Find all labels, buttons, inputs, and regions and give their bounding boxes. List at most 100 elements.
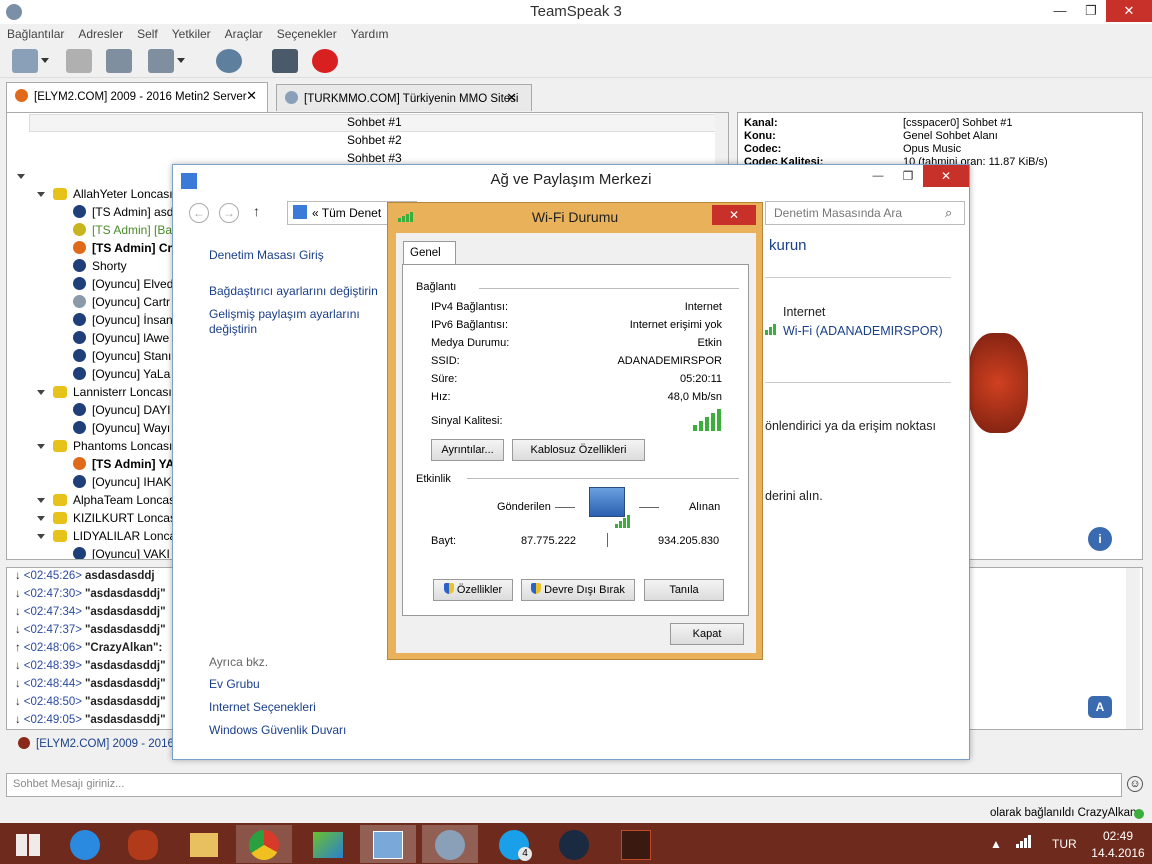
away-icon[interactable]	[216, 49, 242, 73]
file-explorer-icon[interactable]	[176, 825, 232, 863]
link-control-panel-home[interactable]: Denetim Masası Giriş	[209, 248, 324, 262]
chevron-down-icon[interactable]	[177, 58, 185, 63]
menu-baglantilar[interactable]: Bağlantılar	[0, 24, 71, 44]
teamspeak-taskbar-icon[interactable]	[422, 825, 478, 863]
chat-user[interactable]: "asdasdasddj"	[85, 588, 166, 600]
channel-group[interactable]: Lannisterr Loncası	[37, 385, 172, 403]
channel-group[interactable]: AllahYeter Loncası	[37, 187, 173, 205]
skype-icon[interactable]: 4	[486, 825, 542, 863]
chevron-down-icon[interactable]	[41, 58, 49, 63]
client-row[interactable]: [TS Admin] [Ba	[73, 223, 172, 241]
back-icon[interactable]: ←	[189, 203, 209, 223]
tray-wifi-icon[interactable]	[1016, 835, 1031, 851]
wifi-close-button[interactable]: ✕	[712, 205, 756, 225]
netwin-close-button[interactable]: ✕	[923, 165, 969, 187]
link-internet-options[interactable]: Internet Seçenekleri	[209, 700, 316, 714]
close-dialog-button[interactable]: Kapat	[670, 623, 744, 645]
menu-yardim[interactable]: Yardım	[344, 24, 396, 44]
language-indicator[interactable]: TUR	[1052, 837, 1077, 851]
mute-speaker-icon[interactable]	[148, 49, 174, 73]
chat-scrollbar[interactable]	[1126, 568, 1140, 729]
chat-user[interactable]: "asdasdasddj"	[85, 678, 166, 690]
chat-user[interactable]: "asdasdasddj"	[85, 696, 166, 708]
translate-icon[interactable]: A	[1088, 696, 1112, 718]
search-icon[interactable]: ⌕	[945, 205, 952, 221]
setup-link-fragment[interactable]: kurun	[769, 237, 807, 254]
link-advanced-sharing-2[interactable]: değiştirin	[209, 322, 257, 336]
menu-self[interactable]: Self	[130, 24, 165, 44]
tab-close-icon[interactable]: ✕	[246, 88, 257, 104]
channel-sohbet-1[interactable]: Sohbet #1	[347, 115, 402, 133]
client-row[interactable]: [Oyuncu] lAwe	[73, 331, 169, 349]
chat-user[interactable]: "asdasdasddj"	[85, 624, 166, 636]
tab-turkmmo[interactable]: [TURKMMO.COM] Türkiyenin MMO Sitesi ✕	[276, 84, 532, 111]
wireless-properties-button[interactable]: Kablosuz Özellikleri	[512, 439, 645, 461]
chat-user[interactable]: asdasdasddj	[85, 570, 155, 582]
close-button[interactable]: ✕	[1106, 0, 1152, 22]
expand-arrow-icon[interactable]	[37, 192, 45, 197]
chat-user[interactable]: "asdasdasddj"	[85, 714, 166, 726]
expand-arrow-icon[interactable]	[37, 534, 45, 539]
expand-arrow-icon[interactable]	[37, 390, 45, 395]
client-row[interactable]: [Oyuncu] DAYI	[73, 403, 170, 421]
chat-message-input[interactable]: Sohbet Mesajı giriniz...	[6, 773, 1122, 797]
tray-up-arrow-icon[interactable]: ▲	[990, 837, 1002, 851]
clock-time[interactable]: 02:49	[1092, 829, 1144, 843]
netwin-maximize-button[interactable]: ❐	[893, 165, 923, 187]
client-row[interactable]: [TS Admin] YA	[73, 457, 174, 475]
client-row[interactable]: [TS Admin] Cra	[73, 241, 179, 259]
client-row[interactable]: [Oyuncu] IHAK	[73, 475, 171, 493]
chat-user[interactable]: "asdasdasddj"	[85, 660, 166, 672]
network-center-taskbar-icon[interactable]	[360, 825, 416, 863]
disconnect-icon[interactable]	[66, 49, 92, 73]
client-row[interactable]: [Oyuncu] Cartr	[73, 295, 170, 313]
menu-araclar[interactable]: Araçlar	[218, 24, 270, 44]
link-homegroup[interactable]: Ev Grubu	[209, 677, 260, 691]
maximize-button[interactable]: ❐	[1075, 0, 1107, 22]
client-row[interactable]: [TS Admin] asd	[73, 205, 173, 223]
steam-icon[interactable]	[546, 825, 602, 863]
netwin-minimize-button[interactable]: —	[863, 165, 893, 187]
client-row[interactable]: [Oyuncu] Stanı	[73, 349, 171, 367]
link-adapter-settings[interactable]: Bağdaştırıcı ayarlarını değiştirin	[209, 284, 378, 298]
tab-elym2[interactable]: [ELYM2.COM] 2009 - 2016 Metin2 Server ✕	[6, 82, 268, 112]
diagnose-button[interactable]: Tanıla	[644, 579, 724, 601]
menu-secenekler[interactable]: Seçenekler	[270, 24, 344, 44]
forward-icon[interactable]: →	[219, 203, 239, 223]
expand-arrow-icon[interactable]	[37, 444, 45, 449]
connect-icon[interactable]	[12, 49, 38, 73]
channel-group[interactable]: KIZILKURT Loncası	[37, 511, 179, 529]
client-row[interactable]: [Oyuncu] Wayı	[73, 421, 170, 439]
chat-user[interactable]: "CrazyAlkan":	[85, 642, 162, 654]
disable-button[interactable]: Devre Dışı Bırak	[521, 579, 635, 601]
server-chat-tab[interactable]: [ELYM2.COM] 2009 - 2016 M	[6, 734, 187, 756]
search-input[interactable]: Denetim Masasında Ara	[765, 201, 965, 225]
tab-close-icon[interactable]: ✕	[506, 90, 517, 106]
chat-user[interactable]: "asdasdasddj"	[85, 606, 166, 618]
mute-microphone-icon[interactable]	[106, 49, 132, 73]
menu-adresler[interactable]: Adresler	[71, 24, 130, 44]
tab-general[interactable]: Genel	[403, 241, 456, 265]
elym2-game-icon[interactable]	[116, 825, 172, 863]
info-icon[interactable]: i	[1088, 527, 1112, 551]
up-icon[interactable]: ↑	[253, 203, 260, 219]
internet-explorer-icon[interactable]	[58, 825, 114, 863]
channel-sohbet-2[interactable]: Sohbet #2	[347, 133, 402, 151]
menu-yetkiler[interactable]: Yetkiler	[165, 24, 218, 44]
contacts-icon[interactable]	[272, 49, 298, 73]
link-windows-firewall[interactable]: Windows Güvenlik Duvarı	[209, 723, 346, 737]
plugin-icon[interactable]	[312, 49, 338, 73]
minimize-button[interactable]: —	[1044, 0, 1076, 22]
wifi-connection-link[interactable]: Wi-Fi (ADANADEMIRSPOR)	[783, 324, 943, 338]
chrome-icon[interactable]	[236, 825, 292, 863]
expand-arrow-icon[interactable]	[37, 516, 45, 521]
details-button[interactable]: Ayrıntılar...	[431, 439, 504, 461]
properties-button[interactable]: Özellikler	[433, 579, 513, 601]
channel-group[interactable]: LIDYALILAR Lonca	[37, 529, 176, 547]
client-row[interactable]: [Oyuncu] VAKI	[73, 547, 170, 559]
tree-collapse-icon[interactable]	[17, 169, 33, 187]
emoticon-icon[interactable]: ☺	[1127, 776, 1143, 792]
client-row[interactable]: [Oyuncu] YaLa	[73, 367, 170, 385]
channel-group[interactable]: AlphaTeam Loncas	[37, 493, 175, 511]
game-app-icon[interactable]	[608, 825, 664, 863]
